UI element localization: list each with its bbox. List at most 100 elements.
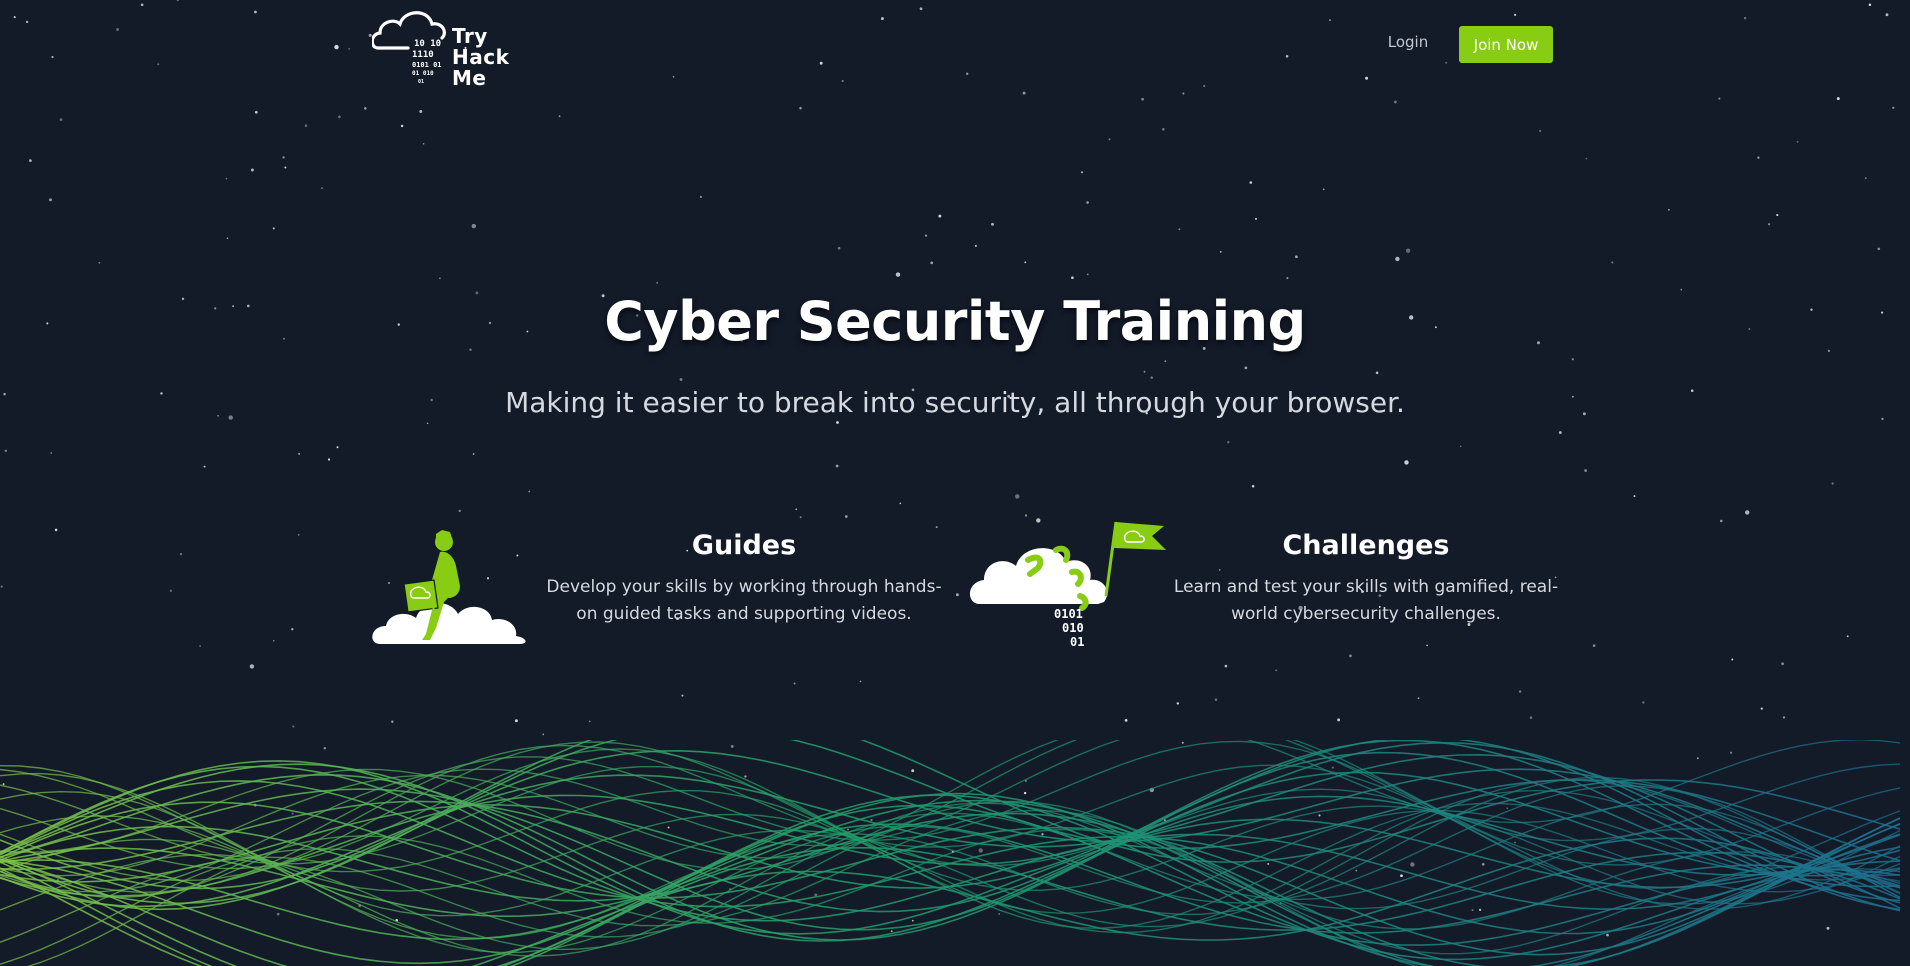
star <box>29 159 32 162</box>
person-on-cloud-icon <box>372 530 526 644</box>
star <box>1108 138 1111 141</box>
star <box>304 124 308 127</box>
star <box>471 223 476 229</box>
star <box>1529 716 1533 719</box>
star <box>254 110 258 114</box>
star <box>1286 277 1289 280</box>
star <box>1329 19 1331 21</box>
star <box>1275 669 1278 672</box>
star <box>1539 130 1541 132</box>
wave-mesh-background <box>0 740 1901 966</box>
star <box>1796 140 1799 143</box>
star <box>49 198 52 202</box>
star <box>1776 214 1779 217</box>
star <box>1514 13 1517 16</box>
star <box>1244 366 1248 370</box>
star <box>1642 701 1645 704</box>
star <box>140 3 144 7</box>
star <box>25 20 29 24</box>
star <box>1219 251 1222 253</box>
star <box>0 585 3 588</box>
star <box>391 720 394 723</box>
feature-challenges-description: Learn and test your skills with gamified… <box>1173 577 1559 624</box>
star <box>226 237 229 240</box>
star <box>1141 97 1144 101</box>
star <box>938 214 942 218</box>
star <box>1375 371 1379 375</box>
star <box>974 244 977 247</box>
star <box>1585 157 1588 160</box>
star <box>419 110 423 113</box>
logo-binary-1: 10 10 <box>414 39 441 49</box>
star <box>1864 177 1867 180</box>
star <box>880 17 884 21</box>
star <box>679 378 683 381</box>
star <box>1404 460 1409 465</box>
logo-word-try: Try <box>452 24 488 48</box>
star <box>699 195 702 198</box>
star <box>836 421 839 424</box>
star <box>965 72 969 76</box>
star <box>327 458 331 461</box>
star <box>1445 61 1448 64</box>
star <box>1885 13 1889 17</box>
star <box>291 628 294 631</box>
star <box>1405 248 1411 253</box>
star <box>1558 431 1562 434</box>
star <box>844 515 848 518</box>
star <box>793 682 796 685</box>
star <box>284 166 287 169</box>
feature-challenges-title: Challenges <box>1282 530 1450 561</box>
star <box>1322 188 1325 191</box>
logo-word-me: Me <box>452 66 487 90</box>
join-now-button[interactable]: Join Now <box>1459 26 1553 63</box>
star <box>439 277 441 280</box>
star <box>795 508 798 511</box>
star <box>1254 217 1258 220</box>
tryhackme-logo[interactable]: 10 10 1110 0101 01 01 010 01 Try Hack Me <box>372 4 522 90</box>
star <box>558 115 561 118</box>
star <box>1395 256 1400 262</box>
star <box>54 528 58 532</box>
star <box>157 63 160 66</box>
star <box>1592 644 1596 647</box>
star <box>656 281 659 284</box>
star <box>1124 719 1128 722</box>
star <box>169 589 173 593</box>
star <box>930 261 934 265</box>
star <box>1892 106 1895 109</box>
login-link[interactable]: Login <box>1378 33 1438 51</box>
star <box>681 694 684 697</box>
star <box>199 645 201 647</box>
star <box>588 720 591 723</box>
logo-binary-2: 1110 <box>412 50 434 60</box>
star <box>272 639 275 642</box>
star <box>338 115 341 119</box>
star <box>225 177 228 180</box>
star <box>1743 16 1747 20</box>
star <box>1024 261 1027 264</box>
star <box>1584 469 1588 472</box>
star <box>1218 569 1221 571</box>
star <box>400 124 404 128</box>
star <box>1782 716 1786 719</box>
star <box>250 168 254 172</box>
star <box>799 516 802 519</box>
star <box>1877 247 1881 251</box>
star <box>336 446 339 449</box>
star <box>1203 84 1206 88</box>
star <box>819 61 823 65</box>
star <box>249 664 255 669</box>
cloud-logo-icon: 10 10 1110 0101 01 01 010 01 <box>372 11 446 85</box>
hero-title: Cyber Security Training <box>604 290 1306 353</box>
star <box>991 222 994 226</box>
star <box>203 465 206 468</box>
star <box>919 7 923 11</box>
star <box>1836 97 1840 101</box>
star <box>364 107 367 110</box>
feature-guides-description: Develop your skills by working through h… <box>546 577 942 624</box>
star <box>1426 644 1428 647</box>
star <box>837 246 841 250</box>
star <box>1611 261 1614 264</box>
logo-word-hack: Hack <box>452 45 510 69</box>
